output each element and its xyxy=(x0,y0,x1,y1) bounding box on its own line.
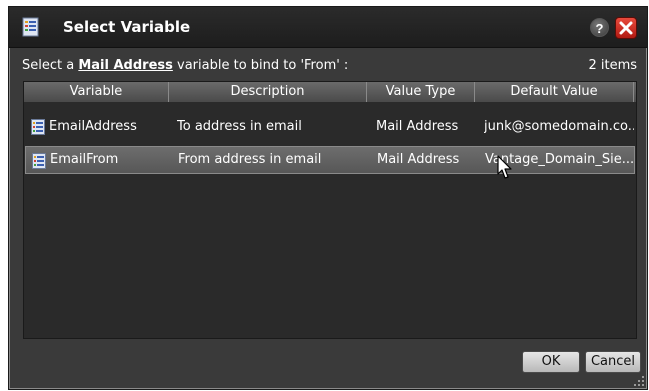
prompt-text: Select a Mail Address variable to bind t… xyxy=(22,58,348,73)
variable-list-icon xyxy=(21,17,41,37)
mouse-pointer-icon xyxy=(497,155,512,179)
close-button[interactable] xyxy=(615,17,637,39)
cancel-button[interactable]: Cancel xyxy=(585,351,641,373)
ok-button[interactable]: OK xyxy=(522,351,580,373)
variable-icon xyxy=(31,119,45,135)
column-header-description[interactable]: Description xyxy=(169,82,367,102)
table-row-selected[interactable]: EmailFrom From address in email Mail Add… xyxy=(25,146,635,174)
close-icon xyxy=(619,21,633,35)
cell-default-value: junk@somedomain.co... xyxy=(484,119,634,134)
cell-value-type: Mail Address xyxy=(376,119,459,134)
column-header-variable[interactable]: Variable xyxy=(24,82,169,102)
cell-value-type: Mail Address xyxy=(377,152,460,167)
variable-icon xyxy=(32,153,46,169)
item-count: 2 items xyxy=(588,58,637,73)
prompt-prefix: Select a xyxy=(22,58,75,73)
table-row[interactable]: EmailAddress To address in email Mail Ad… xyxy=(25,113,635,141)
cell-variable: EmailAddress xyxy=(49,119,137,134)
select-variable-dialog: Select Variable ? Select a Mail Address … xyxy=(8,6,648,390)
prompt-suffix: variable to bind to 'From' : xyxy=(177,58,349,73)
title-bar[interactable]: Select Variable ? xyxy=(9,7,647,48)
cell-variable: EmailFrom xyxy=(50,152,119,167)
help-icon: ? xyxy=(595,21,604,36)
help-button[interactable]: ? xyxy=(590,18,609,37)
column-header-value-type[interactable]: Value Type xyxy=(367,82,475,102)
prompt-value-type: Mail Address xyxy=(78,58,173,73)
cell-description: From address in email xyxy=(178,152,322,167)
dialog-footer: OK Cancel xyxy=(9,339,647,389)
resize-grip-icon[interactable] xyxy=(633,375,645,387)
cell-description: To address in email xyxy=(177,119,302,134)
grid-header: Variable Description Value Type Default … xyxy=(24,82,636,103)
variables-grid: Variable Description Value Type Default … xyxy=(23,81,637,339)
dialog-title: Select Variable xyxy=(63,18,191,36)
column-header-default-value[interactable]: Default Value xyxy=(475,82,634,102)
